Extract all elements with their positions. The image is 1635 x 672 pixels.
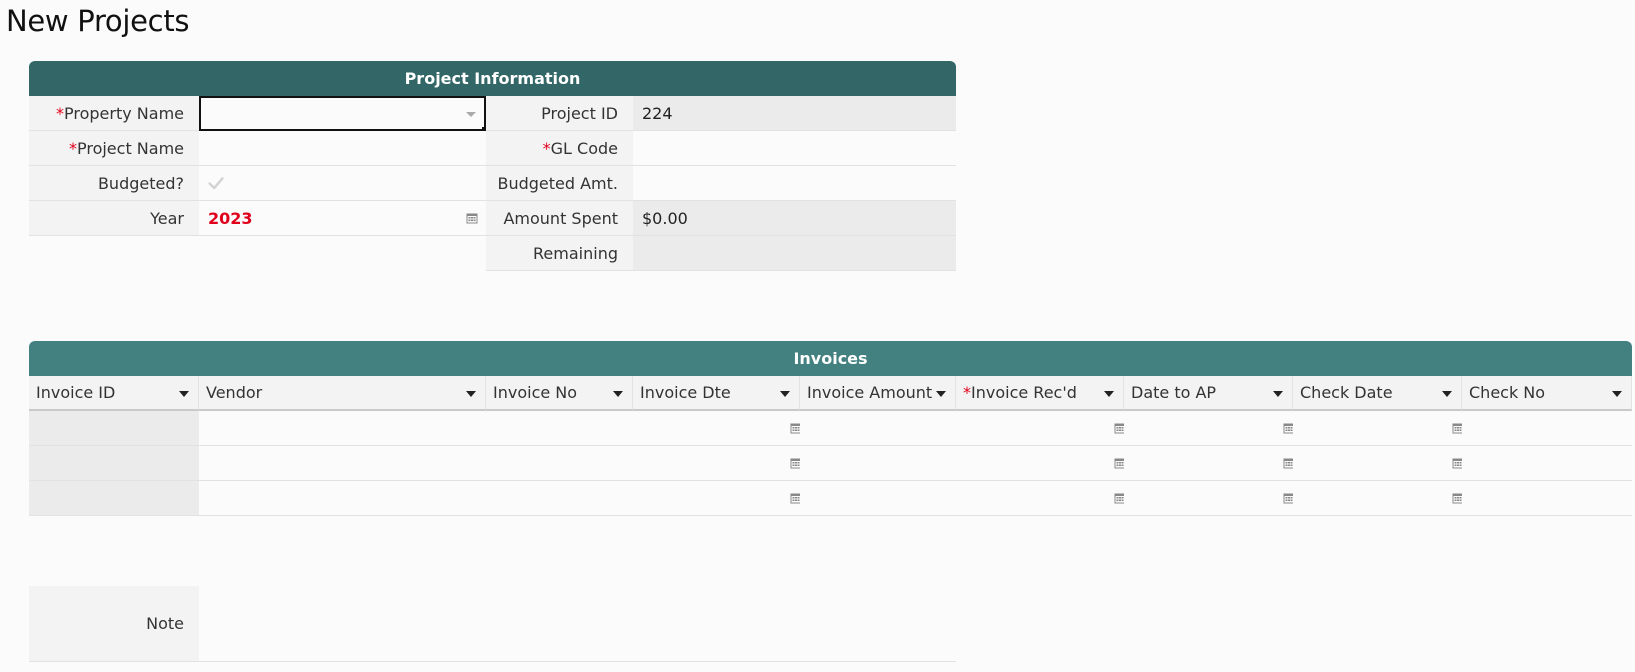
required-marker: * — [68, 138, 77, 158]
budgeted-amt-label: Budgeted Amt. — [486, 166, 633, 201]
column-header-check-date[interactable]: Check Date — [1293, 376, 1462, 411]
invoice-cell[interactable] — [633, 411, 800, 446]
invoice-cell — [29, 446, 199, 481]
required-marker: * — [963, 383, 971, 402]
invoice-cell[interactable] — [956, 411, 1124, 446]
chevron-down-icon[interactable] — [780, 391, 790, 397]
column-header-invoice-amount[interactable]: Invoice Amount — [800, 376, 956, 411]
required-marker: * — [542, 138, 551, 158]
amount-spent-label: Amount Spent — [486, 201, 633, 236]
column-header-check-no[interactable]: Check No — [1462, 376, 1632, 411]
invoice-cell[interactable] — [199, 481, 486, 516]
year-date-input[interactable]: 2023 — [199, 201, 486, 236]
chevron-down-icon[interactable] — [466, 112, 476, 117]
property-name-dropdown[interactable] — [199, 96, 488, 133]
checkmark-icon[interactable] — [205, 172, 227, 194]
invoice-cell[interactable] — [1124, 481, 1293, 516]
property-name-label: * Property Name — [29, 96, 199, 131]
invoice-cell[interactable] — [800, 481, 956, 516]
gl-code-label: * GL Code — [486, 131, 633, 166]
budgeted-label: Budgeted? — [29, 166, 199, 201]
chevron-down-icon[interactable] — [936, 391, 946, 397]
chevron-down-icon[interactable] — [179, 391, 189, 397]
column-header-invoice-rec-d[interactable]: * Invoice Rec'd — [956, 376, 1124, 411]
invoice-cell[interactable] — [1462, 446, 1632, 481]
invoice-cell[interactable] — [486, 446, 633, 481]
column-header-date-to-ap[interactable]: Date to AP — [1124, 376, 1293, 411]
invoice-cell[interactable] — [486, 481, 633, 516]
invoices-header: Invoices — [29, 341, 1632, 376]
invoice-cell[interactable] — [1124, 446, 1293, 481]
invoice-cell[interactable] — [1293, 446, 1462, 481]
invoice-cell[interactable] — [199, 411, 486, 446]
budgeted-amt-input[interactable] — [633, 166, 956, 201]
invoice-cell[interactable] — [1293, 481, 1462, 516]
chevron-down-icon[interactable] — [1612, 391, 1622, 397]
amount-spent-value: $0.00 — [633, 201, 956, 236]
column-header-vendor[interactable]: Vendor — [199, 376, 486, 411]
invoice-cell[interactable] — [800, 446, 956, 481]
note-input[interactable] — [199, 586, 956, 662]
invoice-cell[interactable] — [1293, 411, 1462, 446]
budgeted-checkbox[interactable] — [199, 166, 486, 201]
chevron-down-icon[interactable] — [1273, 391, 1283, 397]
note-label: Note — [29, 586, 199, 662]
invoice-cell[interactable] — [1462, 411, 1632, 446]
chevron-down-icon[interactable] — [613, 391, 623, 397]
invoice-cell[interactable] — [633, 481, 800, 516]
chevron-down-icon[interactable] — [466, 391, 476, 397]
column-header-invoice-no[interactable]: Invoice No — [486, 376, 633, 411]
invoice-cell[interactable] — [956, 446, 1124, 481]
column-header-invoice-id[interactable]: Invoice ID — [29, 376, 199, 411]
column-header-invoice-dte[interactable]: Invoice Dte — [633, 376, 800, 411]
page-title: New Projects — [6, 4, 190, 38]
remaining-value — [633, 236, 956, 271]
gl-code-input[interactable] — [633, 131, 956, 166]
project-id-value: 224 — [633, 96, 956, 131]
project-name-label: * Project Name — [29, 131, 199, 166]
project-name-input[interactable] — [199, 131, 486, 166]
required-marker: * — [56, 103, 64, 123]
project-information-header: Project Information — [29, 61, 956, 96]
invoice-cell — [29, 411, 199, 446]
invoice-cell — [29, 481, 199, 516]
invoice-cell[interactable] — [1124, 411, 1293, 446]
invoice-cell[interactable] — [1462, 481, 1632, 516]
chevron-down-icon[interactable] — [1442, 391, 1452, 397]
invoice-cell[interactable] — [199, 446, 486, 481]
year-value: 2023 — [208, 208, 253, 228]
invoice-cell[interactable] — [633, 446, 800, 481]
calendar-icon[interactable] — [466, 212, 478, 224]
remaining-label: Remaining — [486, 236, 633, 271]
invoice-cell[interactable] — [486, 411, 633, 446]
project-id-label: Project ID — [486, 96, 633, 131]
invoice-cell[interactable] — [800, 411, 956, 446]
invoice-cell[interactable] — [956, 481, 1124, 516]
year-label: Year — [29, 201, 199, 236]
chevron-down-icon[interactable] — [1104, 391, 1114, 397]
